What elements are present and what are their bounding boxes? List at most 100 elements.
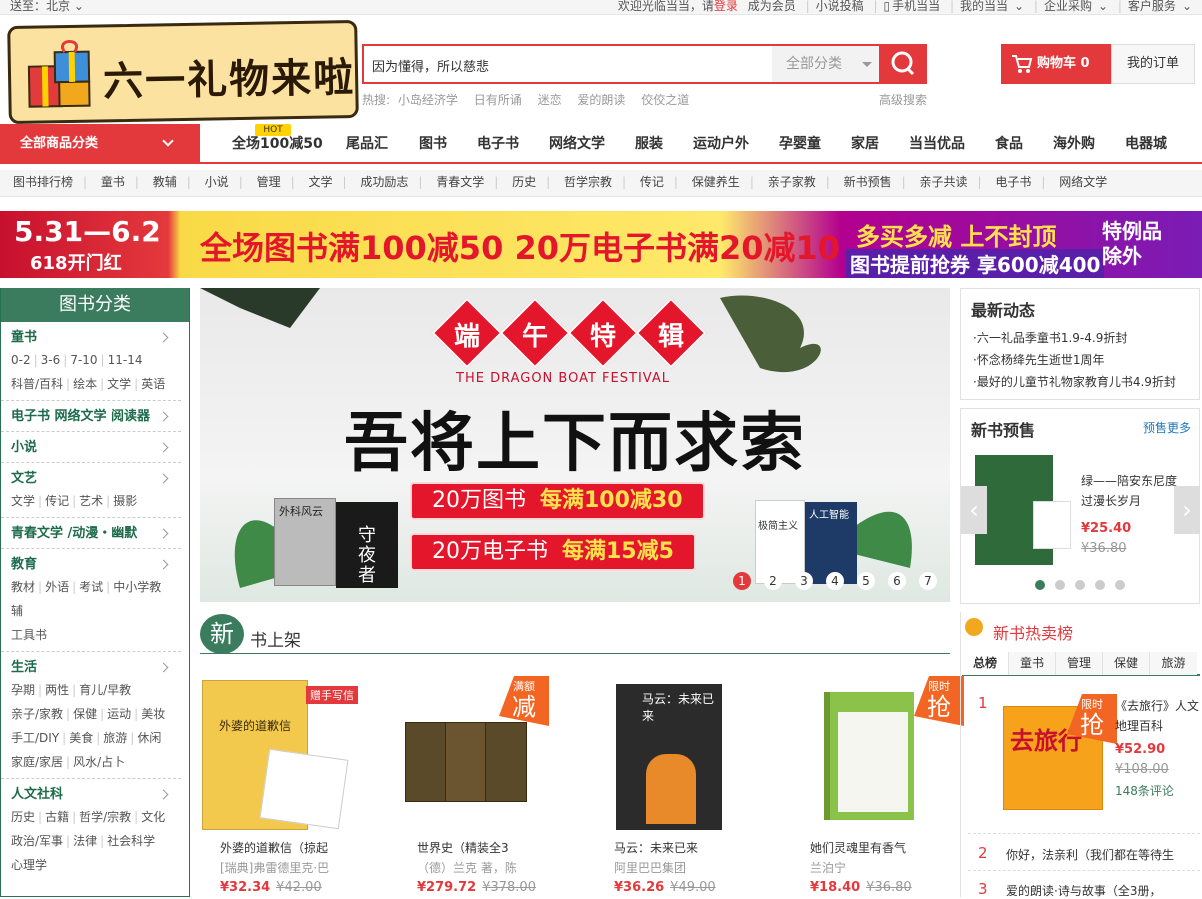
sidebar-link[interactable]: 文化	[141, 810, 165, 824]
topbar-link-submit-novel[interactable]: 小说投稿	[816, 0, 864, 13]
subnav-item[interactable]: 新书预售	[844, 175, 892, 189]
tab-children[interactable]: 童书	[1009, 652, 1056, 675]
carousel-dot[interactable]: 1	[733, 572, 751, 590]
sidebar-link[interactable]: 两性	[45, 683, 69, 697]
sidebar-link[interactable]: 心理学	[11, 858, 47, 872]
nav-item-food[interactable]: 食品	[995, 124, 1023, 164]
product-author[interactable]: 阿里巴巴集团	[614, 859, 734, 876]
subnav-item[interactable]: 图书排行榜	[13, 175, 73, 189]
sidebar-link[interactable]: 运动	[107, 707, 131, 721]
carousel-dot[interactable]: 7	[919, 572, 937, 590]
nav-item-outlet[interactable]: 尾品汇	[346, 124, 388, 164]
product-author[interactable]: 兰泊宁	[810, 859, 930, 876]
topbar-link-service[interactable]: 客户服务	[1128, 0, 1176, 13]
hero-carousel[interactable]: 端 午 特 辑 THE DRAGON BOAT FESTIVAL 吾将上下而求索…	[200, 288, 950, 602]
news-item[interactable]: ·怀念杨绛先生逝世1周年	[973, 349, 1189, 371]
pager-dot[interactable]	[1075, 580, 1085, 590]
sidebar-link[interactable]: 旅游	[103, 731, 127, 745]
sidebar-link[interactable]: 11-14	[108, 353, 143, 367]
product-card[interactable]: 外婆的道歉信 赠手写信 外婆的道歉信（掠起 [瑞典]弗雷德里克·巴 ¥32.34…	[200, 670, 380, 895]
sidebar-link[interactable]: 历史	[11, 810, 35, 824]
sidebar-link[interactable]: 科普/百科	[11, 377, 63, 391]
nav-item-home[interactable]: 家居	[851, 124, 879, 164]
nav-item-premium[interactable]: 当当优品	[909, 124, 965, 164]
sidebar-link[interactable]: 政治/军事	[11, 834, 63, 848]
sidebar-link[interactable]: 社会科学	[107, 834, 155, 848]
product-card[interactable]: 马云：未来已来 马云：未来已来 阿里巴巴集团 ¥36.26 ¥49.00	[594, 670, 774, 895]
my-orders-button[interactable]: 我的订单	[1111, 44, 1195, 84]
bestseller-name[interactable]: 《去旅行》人文地理百科	[1115, 696, 1199, 736]
news-item[interactable]: ·最好的儿童节礼物家教育儿书4.9折封	[973, 371, 1189, 393]
sidebar-link[interactable]: 3-6	[41, 353, 61, 367]
promo-banner[interactable]: 5.31—6.2 618开门红 全场图书满100减50 20万电子书满20减10…	[0, 211, 1202, 278]
sidebar-link[interactable]: 哲学/宗教	[79, 810, 131, 824]
product-name[interactable]: 世界史（精装全3	[417, 839, 537, 856]
nav-item-sports[interactable]: 运动户外	[693, 124, 749, 164]
product-cover[interactable]: 马云：未来已来	[594, 670, 774, 830]
search-button[interactable]	[879, 44, 927, 84]
tab-health[interactable]: 保健	[1103, 652, 1150, 675]
sidebar-section-title[interactable]: 教育	[11, 555, 171, 575]
sidebar-link[interactable]: 传记	[45, 494, 69, 508]
subnav-item[interactable]: 亲子共读	[919, 175, 967, 189]
subnav-item[interactable]: 文学	[308, 175, 332, 189]
product-name[interactable]: 外婆的道歉信（掠起	[220, 839, 340, 856]
site-logo[interactable]: 六一礼物来啦	[7, 19, 359, 125]
subnav-item[interactable]: 亲子家教	[768, 175, 816, 189]
nav-item-ebooks[interactable]: 电子书	[477, 124, 519, 164]
subnav-item[interactable]: 青春文学	[436, 175, 484, 189]
hot-term[interactable]: 日有所诵	[474, 93, 522, 107]
hot-term[interactable]: 爱的朗读	[577, 93, 625, 107]
cart-button[interactable]: 购物车 0	[1001, 44, 1111, 84]
sidebar-link[interactable]: 风水/占卜	[73, 755, 125, 769]
search-input[interactable]: 因为懂得，所以慈悲	[372, 56, 489, 75]
pager-dot[interactable]	[1095, 580, 1105, 590]
sidebar-link[interactable]: 手工/DIY	[11, 731, 59, 745]
product-name[interactable]: 马云：未来已来	[614, 839, 734, 856]
sidebar-section-title[interactable]: 生活	[11, 658, 171, 678]
pager-dot[interactable]	[1115, 580, 1125, 590]
sidebar-link[interactable]: 0-2	[11, 353, 31, 367]
bestseller-name[interactable]: 你好，法亲利（我们都在等待生	[1006, 846, 1200, 863]
subnav-item[interactable]: 保健养生	[692, 175, 740, 189]
product-card[interactable]: 满额减 世界史（精装全3 （德）兰克 著，陈 ¥279.72 ¥378.00	[397, 670, 577, 895]
subnav-item[interactable]: 管理	[257, 175, 281, 189]
tab-management[interactable]: 管理	[1056, 652, 1103, 675]
topbar-link-my-dangdang[interactable]: 我的当当	[960, 0, 1008, 13]
pager-dot[interactable]	[1055, 580, 1065, 590]
carousel-dot[interactable]: 3	[795, 572, 813, 590]
product-cover[interactable]: 限时抢	[790, 670, 970, 830]
sidebar-link[interactable]: 育儿/早教	[79, 683, 131, 697]
sidebar-link[interactable]: 古籍	[45, 810, 69, 824]
sidebar-link[interactable]: 文学	[11, 494, 35, 508]
bestseller-comments[interactable]: 148条评论	[1115, 782, 1174, 799]
sidebar-link[interactable]: 英语	[141, 377, 165, 391]
promo-ebooks-button[interactable]: 20万电子书 每满15减5	[410, 533, 696, 571]
nav-item-clothing[interactable]: 服装	[635, 124, 663, 164]
sidebar-link[interactable]: 文学	[107, 377, 131, 391]
sidebar-link[interactable]: 孕期	[11, 683, 35, 697]
subnav-item[interactable]: 教辅	[153, 175, 177, 189]
presale-book-name[interactable]: 绿——陪安东尼度过漫长岁月	[1081, 471, 1181, 511]
subnav-item[interactable]: 传记	[640, 175, 664, 189]
hot-term[interactable]: 佼佼之道	[641, 93, 689, 107]
product-name[interactable]: 她们灵魂里有香气	[810, 839, 930, 856]
pager-dot[interactable]	[1035, 580, 1045, 590]
carousel-dot[interactable]: 6	[888, 572, 906, 590]
sidebar-link[interactable]: 教材	[11, 580, 35, 594]
sidebar-section-title[interactable]: 小说	[11, 438, 171, 458]
subnav-item[interactable]: 童书	[101, 175, 125, 189]
sidebar-link[interactable]: 家庭/家居	[11, 755, 63, 769]
nav-item-web-literature[interactable]: 网络文学	[549, 124, 605, 164]
topbar-link-enterprise[interactable]: 企业采购	[1044, 0, 1092, 13]
topbar-link-mobile[interactable]: 手机当当	[892, 0, 940, 13]
hot-term[interactable]: 迷恋	[538, 93, 562, 107]
next-arrow-icon[interactable]: ›	[1174, 486, 1200, 534]
sidebar-section-title[interactable]: 电子书 网络文学 阅读器	[11, 407, 171, 427]
sidebar-link[interactable]: 7-10	[70, 353, 97, 367]
sidebar-link[interactable]: 保健	[73, 707, 97, 721]
prev-arrow-icon[interactable]: ‹	[961, 486, 987, 534]
hot-term[interactable]: 小岛经济学	[398, 93, 458, 107]
tab-all[interactable]: 总榜	[962, 652, 1009, 675]
subnav-item[interactable]: 历史	[512, 175, 536, 189]
